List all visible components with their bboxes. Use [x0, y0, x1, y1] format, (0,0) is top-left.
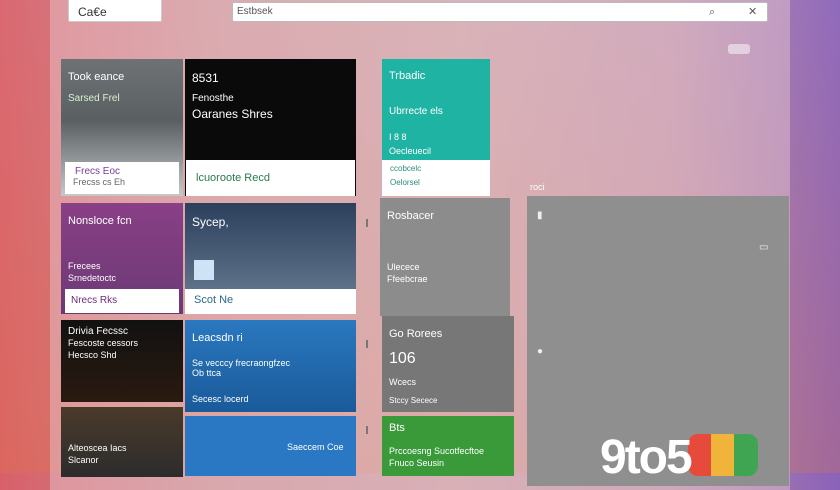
divider [366, 219, 368, 227]
top-right-pill [728, 44, 750, 54]
close-icon[interactable]: ✕ [748, 5, 757, 18]
circle-icon: ● [537, 346, 544, 357]
tile-11[interactable]: Saeccem Coe [185, 416, 356, 476]
divider [366, 340, 368, 348]
tile-1[interactable]: Took eance Sarsed Frel Frecs Eoc Frecss c… [61, 59, 183, 196]
search-input[interactable]: Estbsek [237, 6, 273, 17]
tile-5[interactable]: Sycep, Scot Ne [185, 203, 356, 314]
document-icon [194, 260, 214, 280]
tile-8[interactable]: Leacsdn ri Se vecccy frecraongfzec Ob tt… [185, 320, 356, 412]
search-icon[interactable]: ⌕ [709, 6, 715, 19]
tile-4[interactable]: Nonsloce fcn Frecees Srnedetoctc Nrecs R… [61, 203, 183, 314]
tile-7[interactable]: Drivia Fecssc Fescoste cessors Hecsco Sh… [61, 320, 183, 402]
top-left-button[interactable]: Ca€e [68, 0, 162, 22]
tile-10[interactable]: Alteoscea Iacs Slcanor [61, 407, 183, 477]
search-bar[interactable]: Estbsek ⌕ ✕ [232, 2, 768, 22]
tile-3[interactable]: Trbadic Ubrrecte els I 8 8 Oecleuecil cc… [382, 59, 490, 196]
tile-9[interactable]: Go Rorees 106 Wcecs Stccy Secece [382, 316, 514, 412]
logo-text: 9to5 [600, 431, 693, 484]
misc-label: roci [530, 182, 545, 192]
tile-12[interactable]: Bts Prccoesng Sucotfecftoe Fnuco Seusin [382, 416, 514, 476]
tile-2[interactable]: 8531 Fenosthe Oaranes Shres lcuoroote Re… [185, 59, 356, 196]
small-icon: ▭ [759, 242, 769, 253]
logo-badge [688, 434, 758, 476]
tile-6[interactable]: Rosbacer Ulecece Ffeebcrae [380, 198, 510, 316]
small-icon: ▮ [537, 210, 543, 221]
divider [366, 426, 368, 434]
